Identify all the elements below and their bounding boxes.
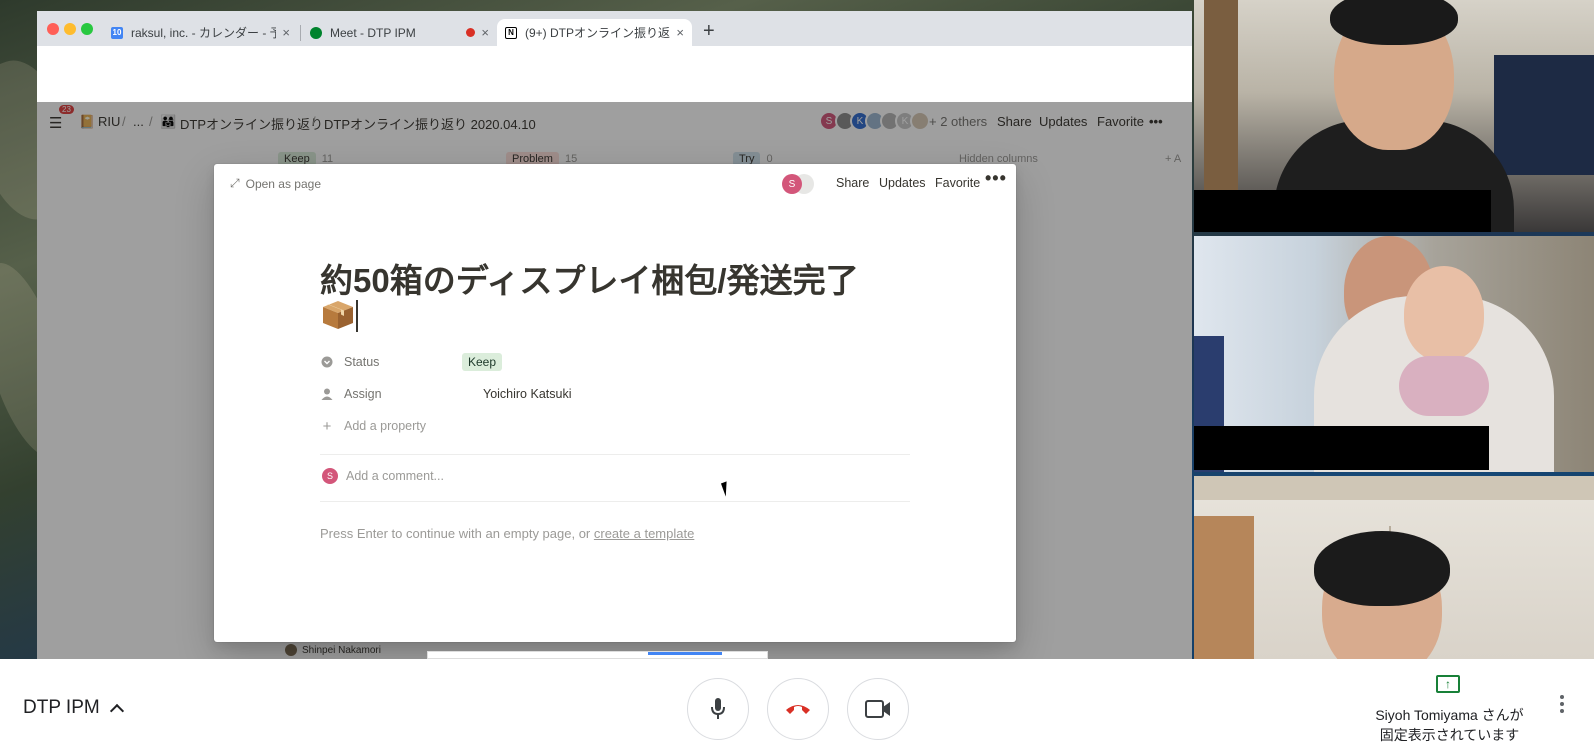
notion-icon: N (505, 26, 517, 39)
tab-notion[interactable]: N (9+) DTPオンライン振り返り 2020.04.10 × (497, 19, 692, 46)
package-emoji-icon (323, 301, 353, 329)
property-assign[interactable]: Assign Yoichiro Katsuki (320, 383, 571, 405)
empty-page-hint: Press Enter to continue with an empty pa… (320, 526, 694, 541)
participant-name-redacted (1194, 190, 1491, 232)
zoom-window-button[interactable] (81, 23, 93, 35)
microphone-icon (711, 698, 725, 719)
text-cursor (356, 300, 358, 332)
comment-input[interactable]: S Add a comment... (322, 468, 444, 484)
assignee-name[interactable]: Yoichiro Katsuki (483, 387, 571, 401)
ceiling-beam (1194, 476, 1594, 500)
participant-tile[interactable] (1194, 236, 1594, 472)
browser-toolbar (37, 46, 1192, 102)
minimize-window-button[interactable] (64, 23, 76, 35)
participant-hair (1330, 0, 1458, 45)
close-tab-icon[interactable]: × (676, 25, 684, 40)
recording-indicator-icon (466, 28, 476, 37)
expand-icon: ⤢ (230, 176, 240, 190)
meeting-details-button[interactable]: DTP IPM (23, 697, 124, 719)
favorite-button[interactable]: Favorite (935, 176, 980, 190)
tab-title: raksul, inc. - カレンダー - 予定の詳細 (131, 26, 277, 40)
hint-text: Press Enter to continue with an empty pa… (320, 526, 594, 541)
google-calendar-icon: 10 (111, 26, 123, 39)
presenter-line: Siyoh Tomiyama さんが (1375, 707, 1524, 723)
microphone-button[interactable] (687, 678, 749, 740)
camera-button[interactable] (847, 678, 909, 740)
tab-title: Meet - DTP IPM (330, 25, 416, 40)
page-peek-modal: ⤢ Open as page S Share Updates Favorite … (214, 164, 1016, 642)
chevron-up-icon (109, 703, 124, 719)
tab-separator (300, 25, 301, 41)
status-badge[interactable]: Keep (462, 353, 503, 371)
avatar: S (322, 468, 338, 484)
camera-icon (865, 700, 890, 718)
updates-button[interactable]: Updates (879, 176, 926, 190)
status-icon (320, 355, 334, 369)
close-tab-icon[interactable]: × (481, 25, 489, 40)
new-tab-button[interactable]: + (703, 20, 715, 43)
person-icon (320, 387, 334, 401)
baby-clothes (1399, 356, 1489, 416)
meet-control-bar: DTP IPM ↑ Siyoh Tomiyama さんが 固定表示されています (0, 659, 1594, 748)
create-template-link[interactable]: create a template (594, 526, 694, 541)
hang-up-icon (786, 705, 810, 714)
participant-name-redacted (1194, 426, 1489, 470)
open-as-page-label: Open as page (245, 176, 322, 191)
participant-tile[interactable] (1194, 0, 1594, 232)
plus-icon: + (322, 417, 332, 435)
avatar[interactable]: S (782, 174, 802, 194)
comment-placeholder: Add a comment... (346, 469, 444, 483)
property-status[interactable]: Status Keep (320, 351, 503, 373)
page-title[interactable]: 約50箱のディスプレイ梱包/発送完了 (320, 254, 859, 302)
popup-button (648, 652, 722, 655)
close-tab-icon[interactable]: × (282, 25, 290, 40)
tab-title: (9+) DTPオンライン振り返り 2020.04.10 (525, 26, 671, 40)
divider (320, 454, 910, 455)
tab-calendar[interactable]: 10 raksul, inc. - カレンダー - 予定の詳細 × (103, 19, 298, 46)
participant-hair (1314, 531, 1450, 606)
more-options-icon[interactable] (1560, 695, 1564, 716)
window-curtain (1494, 55, 1594, 175)
property-label: Status (344, 355, 380, 369)
pinned-presenter-status: Siyoh Tomiyama さんが 固定表示されています (1362, 705, 1537, 745)
tab-strip: 10 raksul, inc. - カレンダー - 予定の詳細 × Meet -… (37, 11, 1192, 46)
tab-meet[interactable]: Meet - DTP IPM × (302, 19, 497, 46)
add-property-label: Add a property (344, 419, 426, 433)
hang-up-button[interactable] (767, 678, 829, 740)
participant-tile[interactable] (1194, 476, 1594, 659)
more-icon[interactable]: ••• (985, 168, 1007, 189)
baby-face (1404, 266, 1484, 361)
add-property-button[interactable]: + Add a property (320, 415, 462, 437)
google-meet-icon (310, 26, 322, 39)
wooden-door (1194, 516, 1254, 659)
divider (320, 501, 910, 502)
close-window-button[interactable] (47, 23, 59, 35)
presenter-line: 固定表示されています (1379, 727, 1520, 743)
open-as-page-button[interactable]: ⤢ Open as page (230, 176, 321, 191)
present-screen-icon[interactable]: ↑ (1436, 675, 1460, 693)
property-label: Assign (344, 387, 382, 401)
share-button[interactable]: Share (836, 176, 869, 190)
partial-popup (427, 651, 768, 659)
meeting-name: DTP IPM (23, 697, 100, 718)
